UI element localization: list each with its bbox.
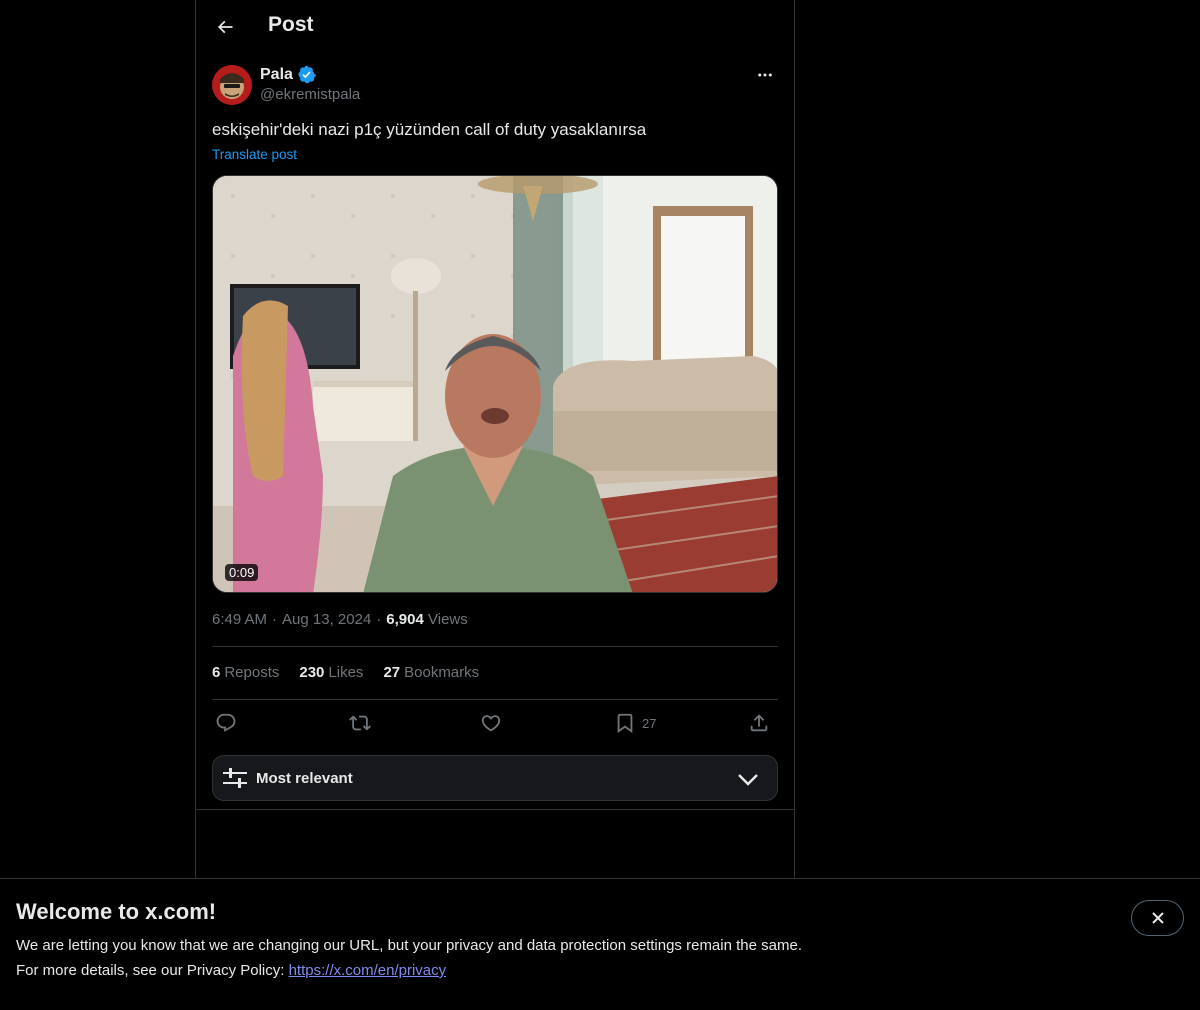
- divider: [196, 809, 794, 810]
- likes-label: Likes: [328, 664, 364, 681]
- post-actions: 27: [212, 709, 778, 739]
- like-button[interactable]: [480, 709, 502, 737]
- sliders-icon: [223, 768, 247, 788]
- reposts-stat[interactable]: 6 Reposts: [212, 664, 279, 681]
- bookmarks-label: Bookmarks: [404, 664, 480, 681]
- share-button[interactable]: [748, 709, 770, 737]
- url-change-banner: Welcome to x.com! We are letting you kno…: [0, 878, 1200, 1010]
- meta-separator: ·: [272, 611, 278, 628]
- page-header: Post: [196, 0, 794, 54]
- like-icon: [481, 715, 501, 732]
- post-stats: 6 Reposts 230 Likes 27 Bookmarks: [212, 664, 479, 681]
- post-time[interactable]: 6:49 AM: [212, 611, 267, 628]
- more-icon: [758, 73, 772, 77]
- post-video[interactable]: 0:09: [212, 175, 778, 593]
- banner-privacy-line: For more details, see our Privacy Policy…: [16, 962, 446, 979]
- more-options-button[interactable]: [752, 64, 778, 86]
- meta-separator: ·: [376, 611, 382, 628]
- close-icon: [1151, 912, 1164, 924]
- author-handle[interactable]: @ekremistpala: [260, 86, 360, 103]
- bookmark-icon: [617, 713, 633, 734]
- bookmark-count: 27: [642, 715, 657, 731]
- share-icon: [750, 714, 768, 732]
- reply-icon: [216, 713, 236, 732]
- bookmark-button[interactable]: 27: [614, 709, 656, 737]
- views-count: 6,904: [386, 611, 424, 628]
- post-text: eskişehir'deki nazi p1ç yüzünden call of…: [212, 120, 647, 139]
- post-author: Pala @ekremistpala: [212, 64, 778, 106]
- chevron-down-icon: [738, 774, 758, 786]
- video-duration: 0:09: [225, 564, 259, 581]
- bookmarks-count: 27: [383, 664, 401, 681]
- translate-post-link[interactable]: Translate post: [212, 147, 297, 162]
- verified-badge-icon: [297, 65, 316, 84]
- sort-replies-dropdown[interactable]: Most relevant: [212, 755, 778, 801]
- sort-label: Most relevant: [256, 770, 353, 787]
- likes-count: 230: [299, 664, 325, 681]
- back-button[interactable]: [208, 10, 242, 44]
- banner-title: Welcome to x.com!: [16, 899, 217, 924]
- reposts-label: Reposts: [224, 664, 280, 681]
- close-banner-button[interactable]: [1131, 900, 1184, 936]
- post-metadata: 6:49 AM · Aug 13, 2024 · 6,904 Views: [212, 611, 468, 628]
- divider: [212, 699, 778, 700]
- video-thumbnail: [213, 176, 777, 592]
- repost-icon: [349, 715, 371, 731]
- author-name[interactable]: Pala: [260, 66, 293, 84]
- banner-message: We are letting you know that we are chan…: [16, 937, 802, 954]
- post-date[interactable]: Aug 13, 2024: [282, 611, 371, 628]
- avatar[interactable]: [212, 65, 252, 105]
- repost-button[interactable]: [349, 709, 371, 737]
- banner-privacy-prefix: For more details, see our Privacy Policy…: [16, 962, 289, 979]
- likes-stat[interactable]: 230 Likes: [299, 664, 363, 681]
- primary-column: Post Pala @ekremistpala eskişehir'deki n…: [195, 0, 795, 1010]
- privacy-policy-link[interactable]: https://x.com/en/privacy: [289, 962, 447, 979]
- reposts-count: 6: [212, 664, 221, 681]
- author-name-row: Pala: [260, 65, 316, 84]
- bookmarks-stat[interactable]: 27 Bookmarks: [383, 664, 479, 681]
- arrow-left-icon: [217, 20, 233, 34]
- page-title: Post: [268, 13, 314, 36]
- views-label: Views: [428, 611, 468, 628]
- divider: [212, 646, 778, 647]
- reply-button[interactable]: [215, 709, 237, 737]
